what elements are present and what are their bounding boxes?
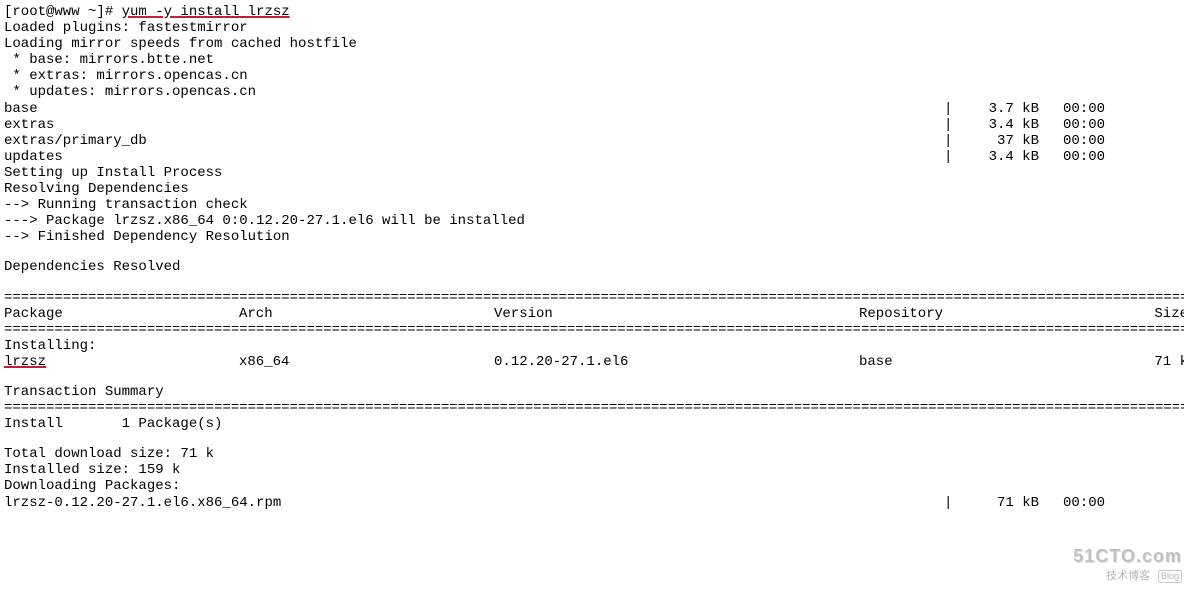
bar-icon: | <box>944 133 964 149</box>
watermark: 51CTO.com 技术博客 Blog <box>1073 546 1182 583</box>
output-line: * updates: mirrors.opencas.cn <box>4 84 1184 100</box>
tx-summary: Transaction Summary <box>4 384 1184 400</box>
header-size: Size <box>1134 306 1184 322</box>
repo-time: 00:00 <box>1039 133 1129 149</box>
output-line: Setting up Install Process <box>4 165 1184 181</box>
repo-size: 3.7 kB <box>964 101 1039 117</box>
pkg-version: 0.12.20-27.1.el6 <box>494 354 859 370</box>
repo-row: extras | 3.4 kB 00:00 <box>4 117 1184 133</box>
repo-time: 00:00 <box>1039 117 1129 133</box>
watermark-blog: Blog <box>1158 570 1182 582</box>
repo-row: updates | 3.4 kB 00:00 <box>4 149 1184 165</box>
output-line: Loaded plugins: fastestmirror <box>4 20 1184 36</box>
repo-size: 3.4 kB <box>964 149 1039 165</box>
repo-row: extras/primary_db | 37 kB 00:00 <box>4 133 1184 149</box>
repo-name: updates <box>4 149 944 165</box>
rpm-name: lrzsz-0.12.20-27.1.el6.x86_64.rpm <box>4 495 944 511</box>
bar-icon: | <box>944 495 964 511</box>
output-line: --> Finished Dependency Resolution <box>4 229 1184 245</box>
pkg-repo: base <box>859 354 1134 370</box>
output-line: * base: mirrors.btte.net <box>4 52 1184 68</box>
header-repository: Repository <box>859 306 1134 322</box>
bar-icon: | <box>944 101 964 117</box>
total-download: Total download size: 71 k <box>4 446 1184 462</box>
deps-resolved: Dependencies Resolved <box>4 259 1184 275</box>
output-line: Resolving Dependencies <box>4 181 1184 197</box>
table-header: Package Arch Version Repository Size <box>4 306 1184 322</box>
repo-size: 37 kB <box>964 133 1039 149</box>
output-line: ---> Package lrzsz.x86_64 0:0.12.20-27.1… <box>4 213 1184 229</box>
rpm-size: 71 kB <box>964 495 1039 511</box>
rpm-time: 00:00 <box>1039 495 1129 511</box>
separator: ========================================… <box>4 322 1184 338</box>
repo-name: extras <box>4 117 944 133</box>
watermark-main: 51CTO.com <box>1073 546 1182 567</box>
pkg-name: lrzsz <box>4 354 239 370</box>
output-line: --> Running transaction check <box>4 197 1184 213</box>
downloading: Downloading Packages: <box>4 478 1184 494</box>
repo-name: extras/primary_db <box>4 133 944 149</box>
watermark-sub: 技术博客 <box>1106 570 1150 582</box>
table-row: lrzsz x86_64 0.12.20-27.1.el6 base 71 k <box>4 354 1184 370</box>
repo-time: 00:00 <box>1039 149 1129 165</box>
separator: ========================================… <box>4 290 1184 306</box>
repo-time: 00:00 <box>1039 101 1129 117</box>
installed-size: Installed size: 159 k <box>4 462 1184 478</box>
repo-size: 3.4 kB <box>964 117 1039 133</box>
bar-icon: | <box>944 117 964 133</box>
bar-icon: | <box>944 149 964 165</box>
output-line: Loading mirror speeds from cached hostfi… <box>4 36 1184 52</box>
terminal-prompt-line: [root@www ~]# yum -y install lrzsz <box>4 4 1184 20</box>
rpm-row: lrzsz-0.12.20-27.1.el6.x86_64.rpm | 71 k… <box>4 495 1184 511</box>
installing-label: Installing: <box>4 338 1184 354</box>
pkg-arch: x86_64 <box>239 354 494 370</box>
header-package: Package <box>4 306 239 322</box>
repo-name: base <box>4 101 944 117</box>
pkg-size: 71 k <box>1134 354 1184 370</box>
output-line: * extras: mirrors.opencas.cn <box>4 68 1184 84</box>
command-text: yum -y install lrzsz <box>122 4 290 20</box>
install-count: Install 1 Package(s) <box>4 416 1184 432</box>
repo-row: base | 3.7 kB 00:00 <box>4 101 1184 117</box>
separator: ========================================… <box>4 400 1184 416</box>
header-version: Version <box>494 306 859 322</box>
prompt-prefix: [root@www ~]# <box>4 4 122 20</box>
header-arch: Arch <box>239 306 494 322</box>
